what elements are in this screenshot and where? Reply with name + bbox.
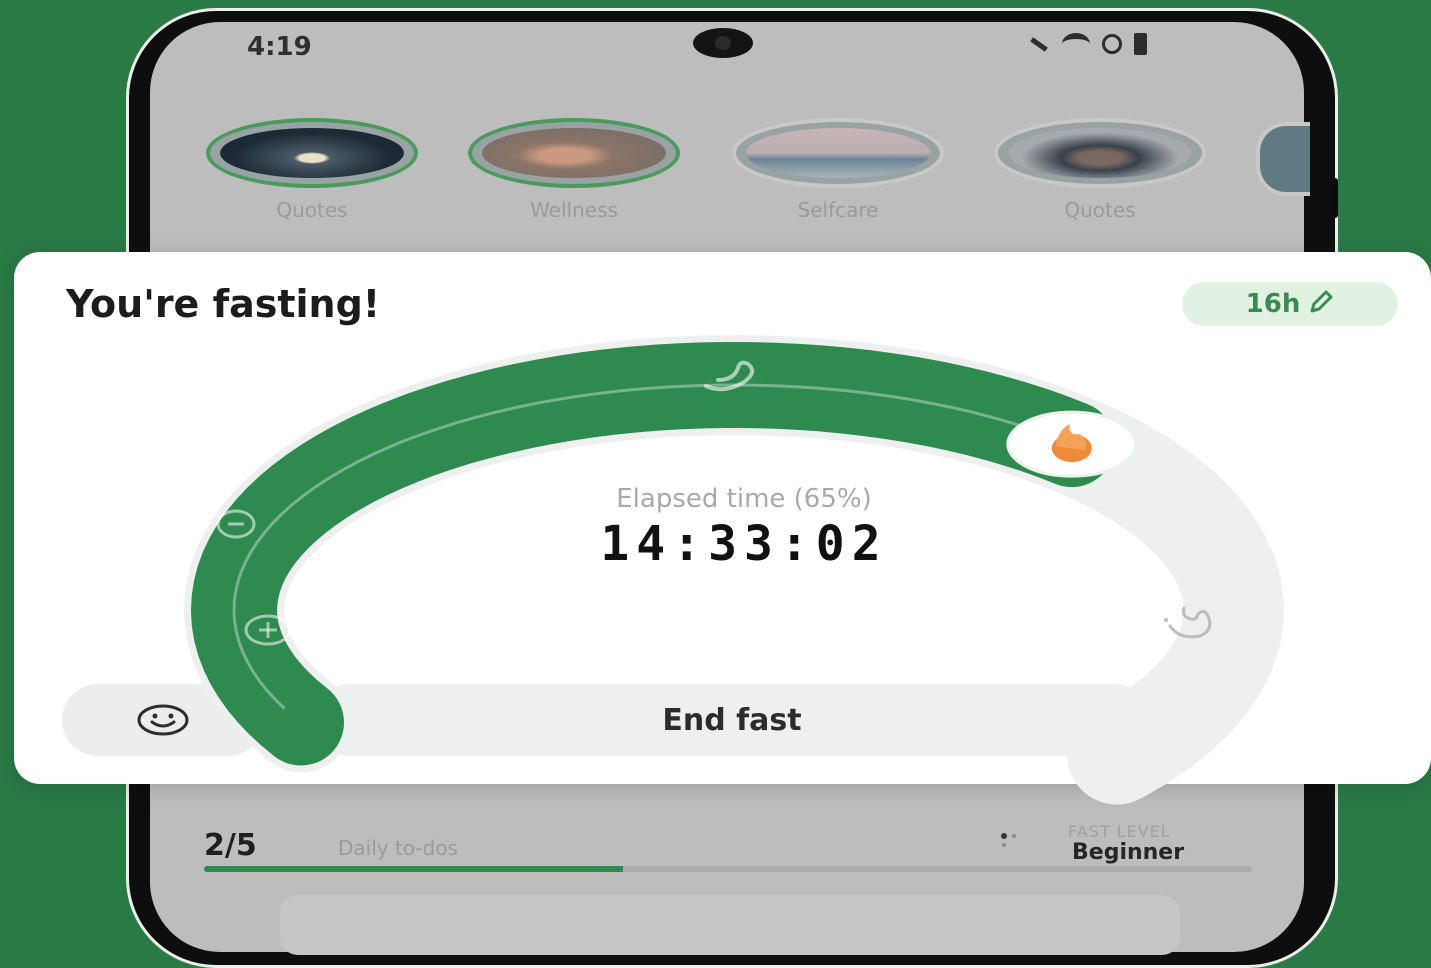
fast-level-value: Beginner — [1072, 840, 1185, 865]
todo-progress-fill — [204, 866, 624, 872]
fast-level-label: FAST LEVEL — [1068, 822, 1171, 841]
todo-count: 2/5 — [204, 828, 257, 863]
todo-progress-bar — [204, 866, 1252, 872]
fast-level-dots-icon — [1001, 833, 1016, 847]
bottom-card — [280, 895, 1180, 955]
fasting-progress-gauge — [183, 334, 1284, 805]
todo-label: Daily to-dos — [338, 836, 458, 860]
flame-icon — [1006, 410, 1138, 478]
